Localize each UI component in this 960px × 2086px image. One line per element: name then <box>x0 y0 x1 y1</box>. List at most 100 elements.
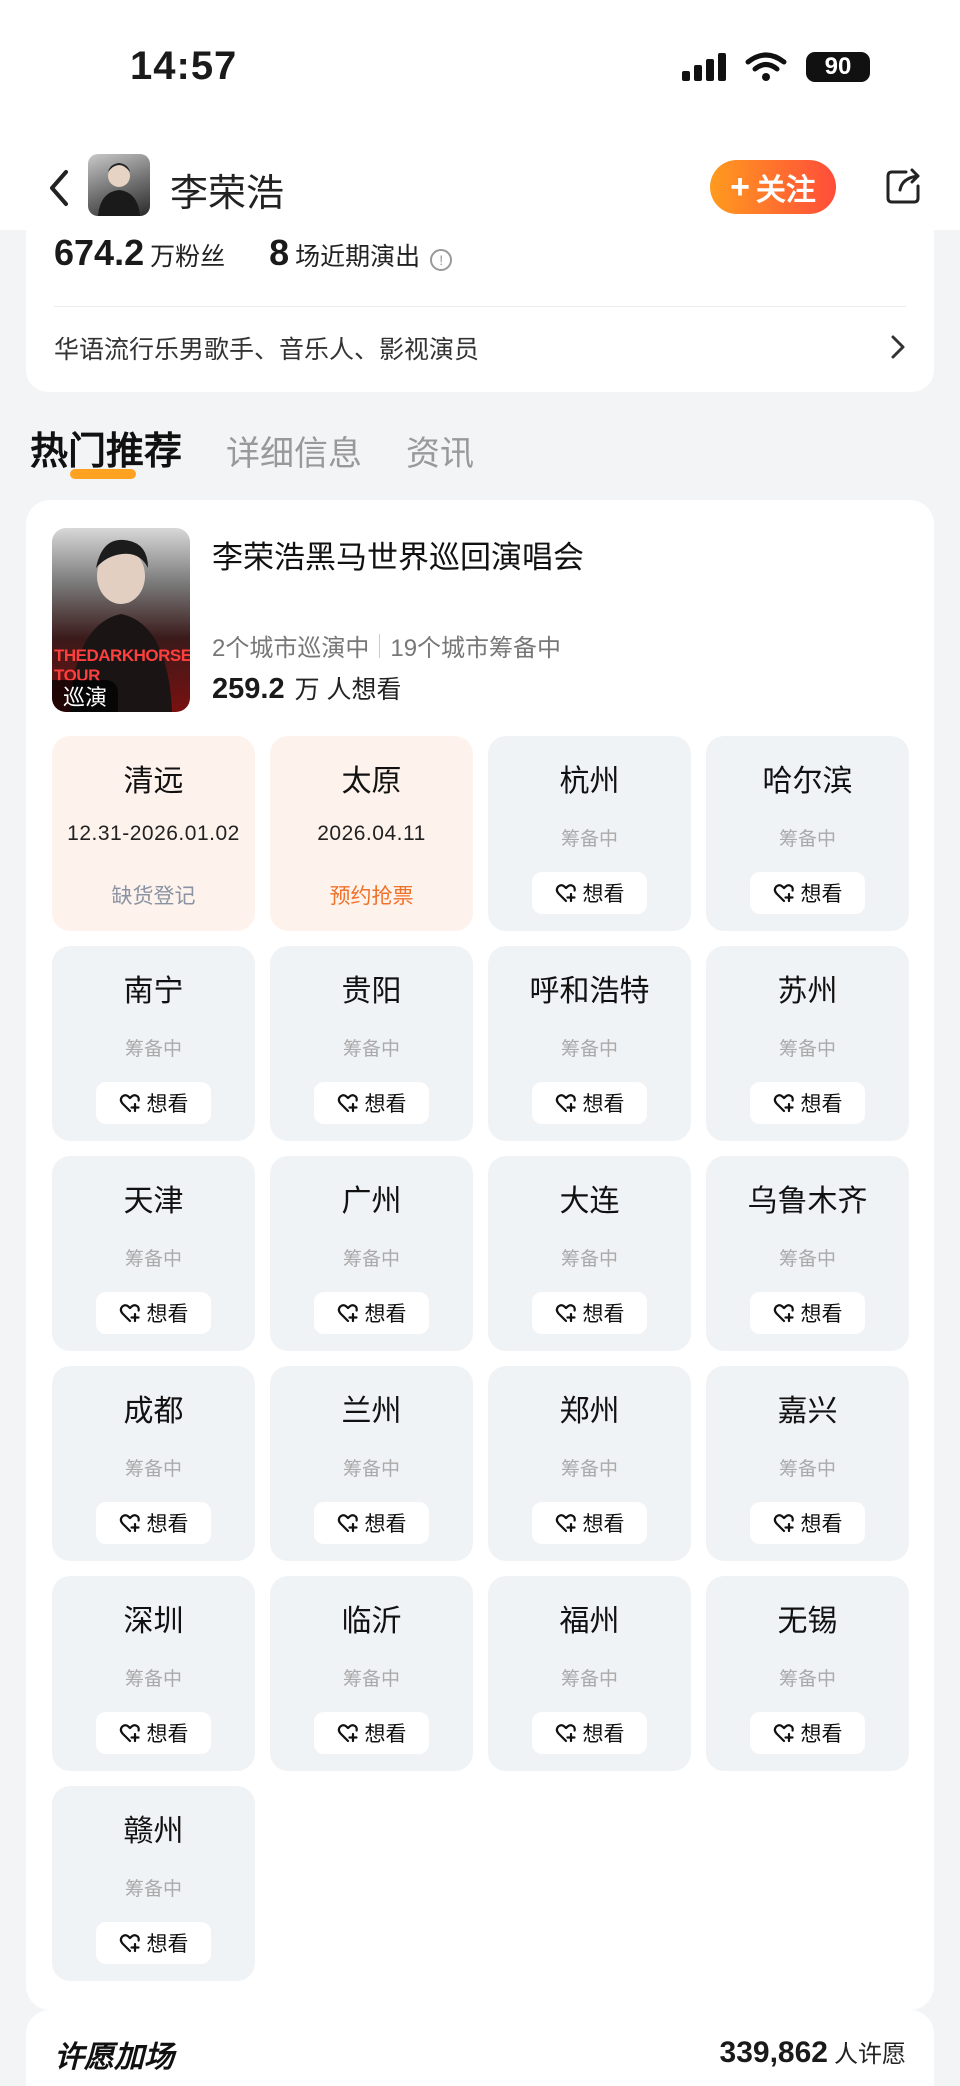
city-status: 筹备中 <box>124 1669 182 1690</box>
want-button-label: 想看 <box>364 1303 407 1326</box>
city-date: 2026.04.11 <box>317 822 426 845</box>
city-card[interactable]: 赣州 筹备中 想看 <box>52 1786 255 1981</box>
city-name: 乌鲁木齐 <box>747 1185 868 1218</box>
event-poster[interactable]: THEDARKHORSE TOUR 巡演 <box>52 528 190 712</box>
want-button-label: 想看 <box>146 1933 189 1956</box>
city-card[interactable]: 成都 筹备中 想看 <box>52 1366 255 1561</box>
heart-plus-icon <box>119 1934 140 1953</box>
heart-plus-icon <box>773 1724 794 1743</box>
want-button-label: 想看 <box>800 1093 843 1116</box>
event-title[interactable]: 李荣浩黑马世界巡回演唱会 <box>212 532 584 577</box>
city-name: 无锡 <box>777 1605 838 1638</box>
plus-icon: + <box>730 168 750 206</box>
city-name: 兰州 <box>341 1395 402 1428</box>
heart-plus-icon <box>773 1304 794 1323</box>
heart-plus-icon <box>555 884 576 903</box>
city-card[interactable]: 无锡 筹备中 想看 <box>706 1576 909 1771</box>
wish-number: 339,862 <box>719 2036 828 2069</box>
preparing-count: 19个城市筹备中 <box>390 635 562 662</box>
back-icon[interactable] <box>40 166 80 210</box>
want-button[interactable]: 想看 <box>750 1502 865 1544</box>
want-button[interactable]: 想看 <box>532 1292 647 1334</box>
wish-card: 许愿加场 339,862 人许愿 <box>26 2010 934 2086</box>
want-button[interactable]: 想看 <box>750 1292 865 1334</box>
city-action[interactable]: 缺货登记 <box>52 880 255 910</box>
want-button[interactable]: 想看 <box>96 1502 211 1544</box>
divider <box>54 306 906 307</box>
city-name: 清远 <box>123 765 184 798</box>
share-icon[interactable] <box>884 166 924 206</box>
info-icon[interactable]: ! <box>430 249 453 271</box>
city-name: 深圳 <box>123 1605 184 1638</box>
city-card[interactable]: 贵阳 筹备中 想看 <box>270 946 473 1141</box>
tab-news[interactable]: 资讯 <box>406 426 474 475</box>
shows-label: 场近期演出 <box>295 243 421 271</box>
city-name: 天津 <box>123 1185 184 1218</box>
want-button[interactable]: 想看 <box>314 1502 429 1544</box>
city-action[interactable]: 预约抢票 <box>270 880 473 910</box>
fans-label: 万粉丝 <box>150 243 226 271</box>
city-card[interactable]: 天津 筹备中 想看 <box>52 1156 255 1351</box>
artist-name: 李荣浩 <box>170 173 285 215</box>
city-status: 筹备中 <box>342 1249 400 1270</box>
tab-details[interactable]: 详细信息 <box>226 426 362 475</box>
city-name: 成都 <box>123 1395 184 1428</box>
city-card[interactable]: 太原 2026.04.11 预约抢票 <box>270 736 473 931</box>
heart-plus-icon <box>555 1514 576 1533</box>
city-card[interactable]: 清远 12.31-2026.01.02 缺货登记 <box>52 736 255 931</box>
want-button[interactable]: 想看 <box>532 1502 647 1544</box>
status-icons: 90 <box>682 52 870 82</box>
tab-bar: 热门推荐 详细信息 资讯 <box>30 420 474 479</box>
avatar[interactable] <box>88 154 150 216</box>
want-button[interactable]: 想看 <box>96 1712 211 1754</box>
city-card[interactable]: 大连 筹备中 想看 <box>488 1156 691 1351</box>
city-status: 筹备中 <box>560 1669 618 1690</box>
city-name: 苏州 <box>777 975 838 1008</box>
city-card[interactable]: 福州 筹备中 想看 <box>488 1576 691 1771</box>
event-subtitle: 2个城市巡演中 19个城市筹备中 <box>212 628 561 663</box>
chevron-right-icon[interactable] <box>890 334 906 360</box>
city-status: 筹备中 <box>778 1249 836 1270</box>
want-button[interactable]: 想看 <box>532 1082 647 1124</box>
city-card[interactable]: 哈尔滨 筹备中 想看 <box>706 736 909 931</box>
city-card[interactable]: 郑州 筹备中 想看 <box>488 1366 691 1561</box>
want-label: 万 人想看 <box>294 676 402 704</box>
want-button[interactable]: 想看 <box>314 1292 429 1334</box>
city-card[interactable]: 南宁 筹备中 想看 <box>52 946 255 1141</box>
want-button[interactable]: 想看 <box>96 1082 211 1124</box>
heart-plus-icon <box>773 1094 794 1113</box>
city-status: 筹备中 <box>778 1459 836 1480</box>
want-button[interactable]: 想看 <box>314 1712 429 1754</box>
want-button[interactable]: 想看 <box>96 1292 211 1334</box>
city-card[interactable]: 临沂 筹备中 想看 <box>270 1576 473 1771</box>
want-button[interactable]: 想看 <box>750 872 865 914</box>
heart-plus-icon <box>337 1514 358 1533</box>
wish-label: 人许愿 <box>834 2041 906 2068</box>
artist-stats: 674.2 万粉丝 8 场近期演出 ! <box>54 232 453 274</box>
want-button-label: 想看 <box>364 1723 407 1746</box>
city-card[interactable]: 嘉兴 筹备中 想看 <box>706 1366 909 1561</box>
city-name: 贵阳 <box>341 975 402 1008</box>
want-button[interactable]: 想看 <box>314 1082 429 1124</box>
city-status: 筹备中 <box>560 1459 618 1480</box>
artist-info-card: 674.2 万粉丝 8 场近期演出 ! 华语流行乐男歌手、音乐人、影视演员 <box>26 226 934 392</box>
artist-intro[interactable]: 华语流行乐男歌手、音乐人、影视演员 <box>54 330 479 366</box>
want-button[interactable]: 想看 <box>532 1712 647 1754</box>
city-status: 筹备中 <box>124 1459 182 1480</box>
city-card[interactable]: 呼和浩特 筹备中 想看 <box>488 946 691 1141</box>
city-status: 筹备中 <box>778 1669 836 1690</box>
want-button[interactable]: 想看 <box>750 1082 865 1124</box>
heart-plus-icon <box>337 1094 358 1113</box>
city-card[interactable]: 苏州 筹备中 想看 <box>706 946 909 1141</box>
want-button[interactable]: 想看 <box>96 1922 211 1964</box>
city-card[interactable]: 广州 筹备中 想看 <box>270 1156 473 1351</box>
city-card[interactable]: 乌鲁木齐筹备中想看 <box>706 1156 909 1351</box>
city-card[interactable]: 兰州 筹备中 想看 <box>270 1366 473 1561</box>
city-card[interactable]: 杭州 筹备中 想看 <box>488 736 691 931</box>
want-button-label: 想看 <box>800 1303 843 1326</box>
follow-button[interactable]: + 关注 <box>710 160 836 214</box>
want-button[interactable]: 想看 <box>532 872 647 914</box>
tab-hot[interactable]: 热门推荐 <box>30 420 182 479</box>
city-card[interactable]: 深圳 筹备中 想看 <box>52 1576 255 1771</box>
want-button[interactable]: 想看 <box>750 1712 865 1754</box>
